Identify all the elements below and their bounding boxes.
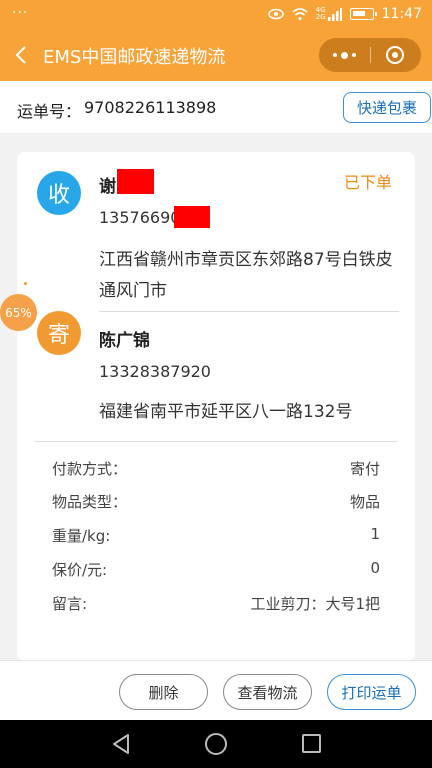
- package-type-button[interactable]: 快递包裹: [343, 92, 431, 123]
- mini-program-capsule: [319, 38, 421, 72]
- detail-key: 付款方式：: [52, 460, 128, 478]
- signal-icon: 4G 2G: [316, 7, 342, 21]
- chevron-left-icon[interactable]: [10, 42, 34, 68]
- receiver-phone: 13576690: [99, 208, 181, 227]
- system-nav-bar: [0, 720, 432, 768]
- wifi-icon: [292, 8, 308, 21]
- sender-phone: 13328387920: [99, 362, 211, 381]
- order-status-badge: 已下单: [344, 173, 393, 192]
- detail-value: 0: [370, 559, 380, 577]
- detail-key: 重量/kg:: [52, 527, 111, 545]
- nav-home-icon[interactable]: [205, 733, 227, 755]
- notification-dots-icon: ···: [12, 5, 29, 21]
- receiver-address: 江西省赣州市章贡区东郊路87号白铁皮通风门市: [99, 250, 393, 301]
- redaction-mark: [117, 169, 154, 194]
- detail-value: 物品: [349, 493, 380, 511]
- sender-name: 陈广锦: [99, 331, 150, 351]
- target-circle-icon[interactable]: [386, 46, 404, 64]
- waybill-number: 9708226113898: [84, 98, 217, 117]
- title-bar: EMS中国邮政速递物流: [0, 30, 432, 81]
- nav-back-icon[interactable]: [110, 732, 132, 756]
- receiver-badge: 收: [37, 171, 81, 215]
- redaction-mark: [174, 206, 210, 228]
- divider: [34, 441, 398, 442]
- detail-value: 寄付: [349, 460, 380, 478]
- detail-value: 工业剪刀：大号1把: [250, 595, 380, 613]
- view-logistics-button[interactable]: 查看物流: [223, 674, 312, 710]
- receiver-name: 谢: [99, 177, 116, 197]
- signal-label-bottom: 2G: [315, 13, 326, 21]
- detail-key: 留言:: [52, 595, 88, 613]
- page-title: EMS中国邮政速递物流: [43, 47, 226, 68]
- nav-recent-apps-icon[interactable]: [302, 734, 321, 753]
- battery-icon: [349, 8, 377, 20]
- eye-icon: [268, 8, 284, 20]
- delete-button[interactable]: 删除: [119, 674, 208, 710]
- detail-key: 物品类型：: [52, 493, 128, 511]
- floating-dot: [24, 282, 27, 285]
- divider: [99, 311, 399, 312]
- sender-address: 福建省南平市延平区八一路132号: [99, 402, 353, 422]
- status-time: 11:47: [381, 6, 422, 22]
- more-dots-icon[interactable]: [319, 38, 370, 72]
- capsule-divider: [370, 47, 371, 63]
- print-waybill-button[interactable]: 打印运单: [327, 674, 416, 710]
- waybill-bar: 运单号： 9708226113898 快递包裹: [0, 81, 432, 133]
- floating-progress-badge[interactable]: 65%: [0, 294, 37, 331]
- detail-key: 保价/元:: [52, 561, 108, 579]
- order-card: 收 谢 已下单 13576690 江西省赣州市章贡区东郊路87号白铁皮通风门市 …: [17, 152, 415, 660]
- status-bar: ··· 4G 2G 11:47: [0, 0, 432, 30]
- waybill-label: 运单号：: [17, 102, 82, 121]
- action-bar: 删除 查看物流 打印运单: [0, 660, 432, 720]
- sender-badge: 寄: [37, 311, 81, 355]
- detail-value: 1: [370, 525, 380, 543]
